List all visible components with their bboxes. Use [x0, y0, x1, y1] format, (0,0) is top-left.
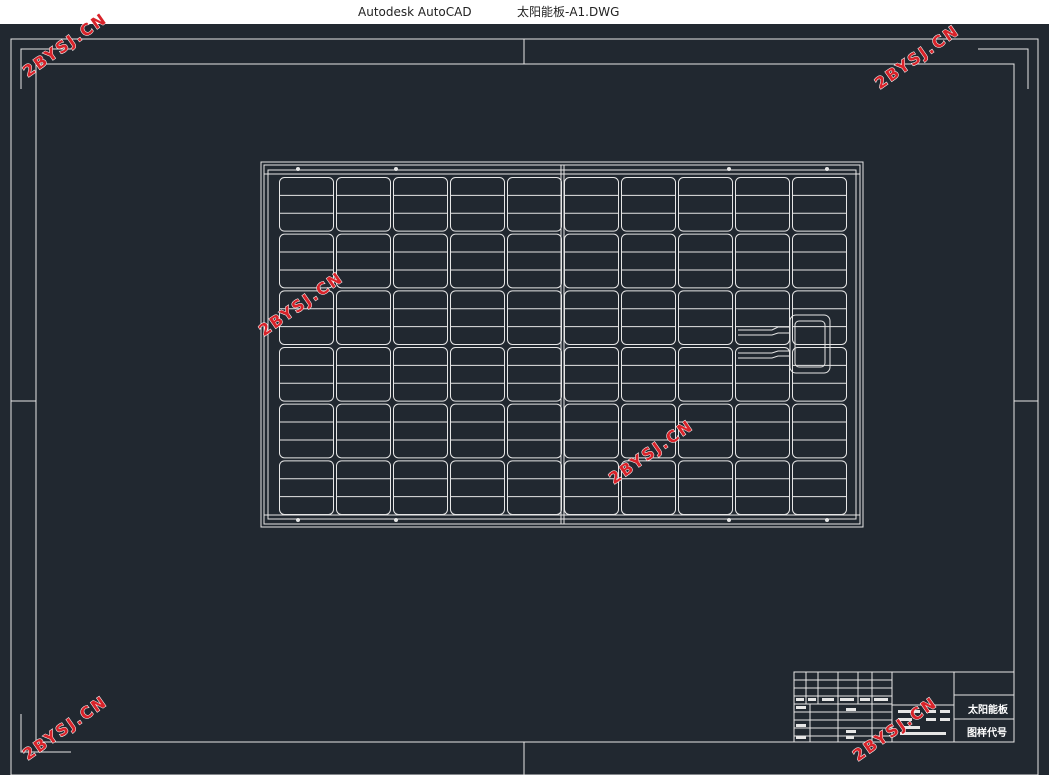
sheet-inner-frame [35, 63, 1015, 743]
solar-cell [450, 177, 505, 232]
window-titlebar: Autodesk AutoCAD 太阳能板-A1.DWG [0, 0, 1049, 24]
solar-cell [279, 177, 334, 232]
solar-cells [279, 177, 847, 516]
solar-cell [564, 177, 619, 232]
solar-cell [450, 347, 505, 402]
title-block-part-name: 太阳能板 [968, 705, 1008, 716]
mount-hole [394, 167, 398, 171]
solar-cell [279, 403, 334, 459]
mount-hole [727, 167, 731, 171]
solar-cell [450, 290, 505, 346]
cable-top [738, 326, 790, 336]
solar-cell [279, 460, 334, 516]
solar-cell [336, 177, 391, 232]
app-title: Autodesk AutoCAD [358, 5, 472, 19]
solar-cell [393, 290, 448, 346]
solar-cell [678, 233, 733, 289]
solar-cell [507, 233, 562, 289]
solar-cell [507, 347, 562, 402]
mount-hole [727, 518, 731, 522]
solar-cell [393, 403, 448, 459]
mount-hole [296, 518, 300, 522]
solar-cell [678, 460, 733, 516]
mount-hole [825, 518, 829, 522]
solar-cell [393, 460, 448, 516]
solar-cell [735, 290, 790, 346]
solar-cell [393, 177, 448, 232]
solar-cell [792, 347, 847, 402]
solar-cell [792, 290, 847, 346]
solar-cell [336, 403, 391, 459]
solar-cell [336, 347, 391, 402]
drawing-canvas[interactable]: 太阳能板 图样代号 2BYSJ.CN 2BYSJ.CN 2BYSJ.CN 2BY… [0, 8, 1049, 775]
solar-cell [678, 177, 733, 232]
solar-cell [792, 460, 847, 516]
solar-cell [336, 290, 391, 346]
solar-cell [621, 290, 676, 346]
solar-cell [621, 177, 676, 232]
cable-bottom [738, 350, 790, 359]
solar-cell [507, 460, 562, 516]
solar-cell [792, 403, 847, 459]
mount-hole [394, 518, 398, 522]
solar-cell [735, 460, 790, 516]
mount-hole [296, 167, 300, 171]
title-block-drawing-number-label: 图样代号 [967, 728, 1007, 739]
solar-cell [279, 347, 334, 402]
solar-cell [450, 233, 505, 289]
solar-cell [678, 290, 733, 346]
solar-cell [564, 290, 619, 346]
solar-cell [621, 233, 676, 289]
sheet-outer-frame [10, 38, 1039, 775]
solar-cell [735, 177, 790, 232]
solar-cell [450, 460, 505, 516]
solar-cell [792, 177, 847, 232]
corner-mark-tr [978, 48, 1029, 89]
solar-cell [564, 347, 619, 402]
solar-cell [621, 347, 676, 402]
solar-cell [735, 403, 790, 459]
solar-cell [792, 233, 847, 289]
solar-cell [678, 347, 733, 402]
solar-cell [507, 177, 562, 232]
solar-cell [564, 233, 619, 289]
solar-cell [336, 460, 391, 516]
solar-cell [564, 403, 619, 459]
document-title: 太阳能板-A1.DWG [517, 5, 620, 19]
mount-hole [825, 167, 829, 171]
solar-cell [507, 290, 562, 346]
solar-cell [393, 347, 448, 402]
cad-drawing[interactable] [0, 24, 1049, 775]
solar-cell [450, 403, 505, 459]
solar-cell [393, 233, 448, 289]
solar-cell [507, 403, 562, 459]
solar-cell [735, 233, 790, 289]
